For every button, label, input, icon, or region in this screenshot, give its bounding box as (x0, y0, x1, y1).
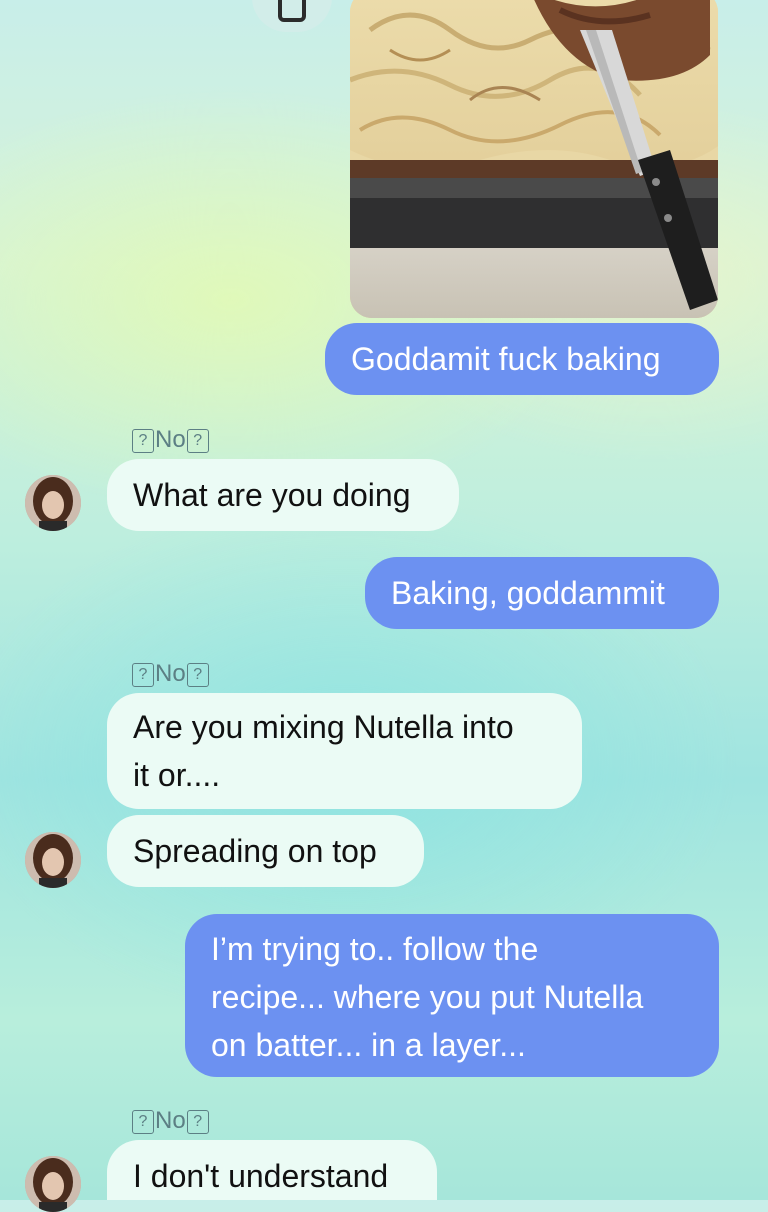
avatar-image (25, 1156, 81, 1212)
message-bubble-incoming[interactable]: Are you mixing Nutella into it or.... (107, 693, 582, 809)
unknown-glyph: ? (186, 428, 209, 453)
unknown-glyph: ? (186, 1109, 209, 1134)
sender-name-text: No (155, 426, 186, 453)
message-bubble-incoming[interactable]: I don't understand (107, 1140, 437, 1200)
avatar[interactable] (25, 832, 81, 888)
sender-name: ? No? (131, 1107, 210, 1135)
unknown-glyph: ? (132, 1109, 154, 1134)
message-bubble-incoming[interactable]: Spreading on top (107, 815, 424, 887)
unknown-glyph: ? (186, 662, 209, 687)
photo-attachment[interactable] (350, 0, 718, 318)
avatar[interactable] (25, 1156, 81, 1212)
sender-name: ? No? (131, 660, 210, 688)
message-bubble-outgoing[interactable]: Baking, goddammit (365, 557, 719, 629)
avatar-image (25, 475, 81, 531)
avatar-image (25, 832, 81, 888)
sender-name-text: No (155, 1107, 186, 1134)
sender-name-text: No (155, 660, 186, 687)
unknown-glyph: ? (132, 428, 154, 453)
call-button[interactable] (252, 0, 332, 32)
sender-name: ? No? (131, 426, 210, 454)
message-bubble-incoming[interactable]: What are you doing (107, 459, 459, 531)
baking-photo-image (350, 0, 718, 318)
message-bubble-outgoing[interactable]: I’m trying to.. follow the recipe... whe… (185, 914, 719, 1077)
avatar[interactable] (25, 475, 81, 531)
unknown-glyph: ? (132, 662, 154, 687)
message-bubble-outgoing[interactable]: Goddamit fuck baking (325, 323, 719, 395)
phone-icon (278, 0, 306, 22)
